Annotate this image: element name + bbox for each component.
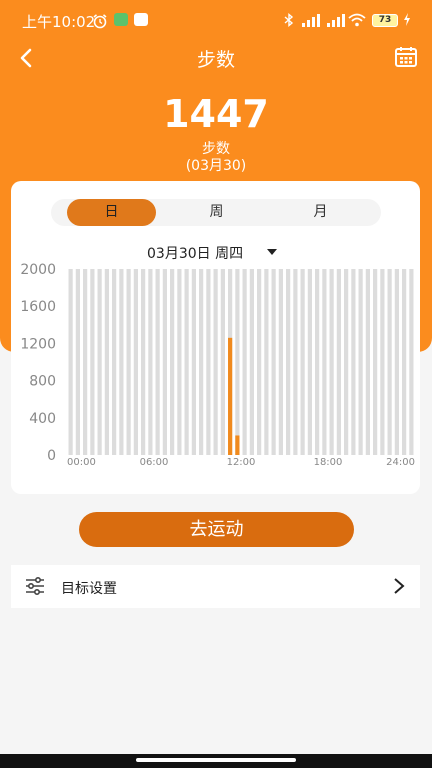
x-tick-label: 06:00: [140, 457, 169, 468]
bar-track: [242, 269, 247, 455]
chevron-right-icon: [394, 578, 405, 594]
wifi-icon: [348, 13, 366, 27]
y-tick-label: 0: [47, 448, 56, 464]
bar-track: [307, 269, 312, 455]
sliders-icon: [26, 577, 44, 595]
bar-track: [286, 269, 291, 455]
bar-track: [97, 269, 102, 455]
page-title: 步数: [196, 49, 235, 71]
app-notification-icon: [114, 13, 128, 26]
bar-track: [278, 269, 283, 455]
bar-track: [155, 269, 160, 455]
x-tick-label: 00:00: [67, 457, 96, 468]
cellular-signal-icon: [302, 14, 320, 27]
bar-track: [329, 269, 334, 455]
bar-track: [162, 269, 167, 455]
message-notification-icon: [134, 13, 148, 26]
bar-track: [351, 269, 356, 455]
bar-track: [315, 269, 320, 455]
alarm-icon: [93, 14, 107, 29]
bar-track: [170, 269, 175, 455]
bar-track: [104, 269, 109, 455]
x-tick-label: 18:00: [314, 457, 343, 468]
battery-indicator: 73: [372, 14, 398, 27]
bar[interactable]: [228, 337, 233, 455]
calendar-icon[interactable]: [394, 46, 418, 68]
y-tick-label: 1200: [20, 336, 56, 352]
bar-track: [112, 269, 117, 455]
steps-date-label: (03月30): [185, 158, 247, 174]
cellular-signal-icon-2: [327, 14, 345, 27]
steps-bar-chart: 2000 1600 1200 800 400 0 00:00 06:00 12:00 18:00 2…: [20, 262, 415, 468]
bar-track: [133, 269, 138, 455]
bar-track: [126, 269, 131, 455]
bar-track: [409, 269, 414, 455]
bar-track: [184, 269, 189, 455]
tab-week[interactable]: 周: [172, 199, 261, 226]
x-tick-label: 24:00: [386, 457, 415, 468]
go-exercise-button[interactable]: 去运动: [79, 512, 354, 547]
bar-track: [365, 269, 370, 455]
bar-track: [220, 269, 225, 455]
goal-settings-row[interactable]: 目标设置: [11, 565, 420, 608]
bar-track: [141, 269, 146, 455]
x-tick-label: 12:00: [227, 457, 256, 468]
y-tick-label: 800: [29, 374, 56, 390]
bar-track: [83, 269, 88, 455]
bar-track: [206, 269, 211, 455]
y-tick-label: 2000: [20, 262, 56, 278]
status-bar: 上午10:02 73: [0, 0, 432, 40]
bar-track: [213, 269, 218, 455]
bar-track: [264, 269, 269, 455]
bar-track: [191, 269, 196, 455]
bar-track: [373, 269, 378, 455]
date-selector[interactable]: 03月30日 周四: [147, 243, 243, 263]
bar-track: [293, 269, 298, 455]
tab-day[interactable]: 日: [67, 199, 156, 226]
bar[interactable]: [235, 435, 240, 455]
bar-track: [177, 269, 182, 455]
bluetooth-icon: [284, 13, 294, 27]
status-time: 上午10:02: [22, 13, 96, 31]
home-indicator[interactable]: [136, 758, 296, 762]
y-tick-label: 400: [29, 411, 56, 427]
bar-track: [271, 269, 276, 455]
tab-month[interactable]: 月: [276, 199, 365, 226]
bar-track: [68, 269, 73, 455]
bar-track: [249, 269, 254, 455]
bar-track: [394, 269, 399, 455]
y-tick-label: 1600: [20, 299, 56, 315]
bar-track: [402, 269, 407, 455]
charging-icon: [404, 13, 410, 26]
bar-track: [119, 269, 124, 455]
bar-track: [257, 269, 262, 455]
bar-track: [300, 269, 305, 455]
bar-track: [336, 269, 341, 455]
bar-track: [387, 269, 392, 455]
bar-track: [90, 269, 95, 455]
bar-track: [344, 269, 349, 455]
goal-settings-label: 目标设置: [61, 581, 117, 597]
bar-track: [199, 269, 204, 455]
bar-track: [75, 269, 80, 455]
bar-track: [322, 269, 327, 455]
bar-track: [358, 269, 363, 455]
dropdown-caret-icon[interactable]: [267, 249, 277, 255]
bar-track: [380, 269, 385, 455]
bar-track: [148, 269, 153, 455]
steps-count: 1447: [163, 92, 269, 136]
bar-track: [235, 269, 240, 455]
